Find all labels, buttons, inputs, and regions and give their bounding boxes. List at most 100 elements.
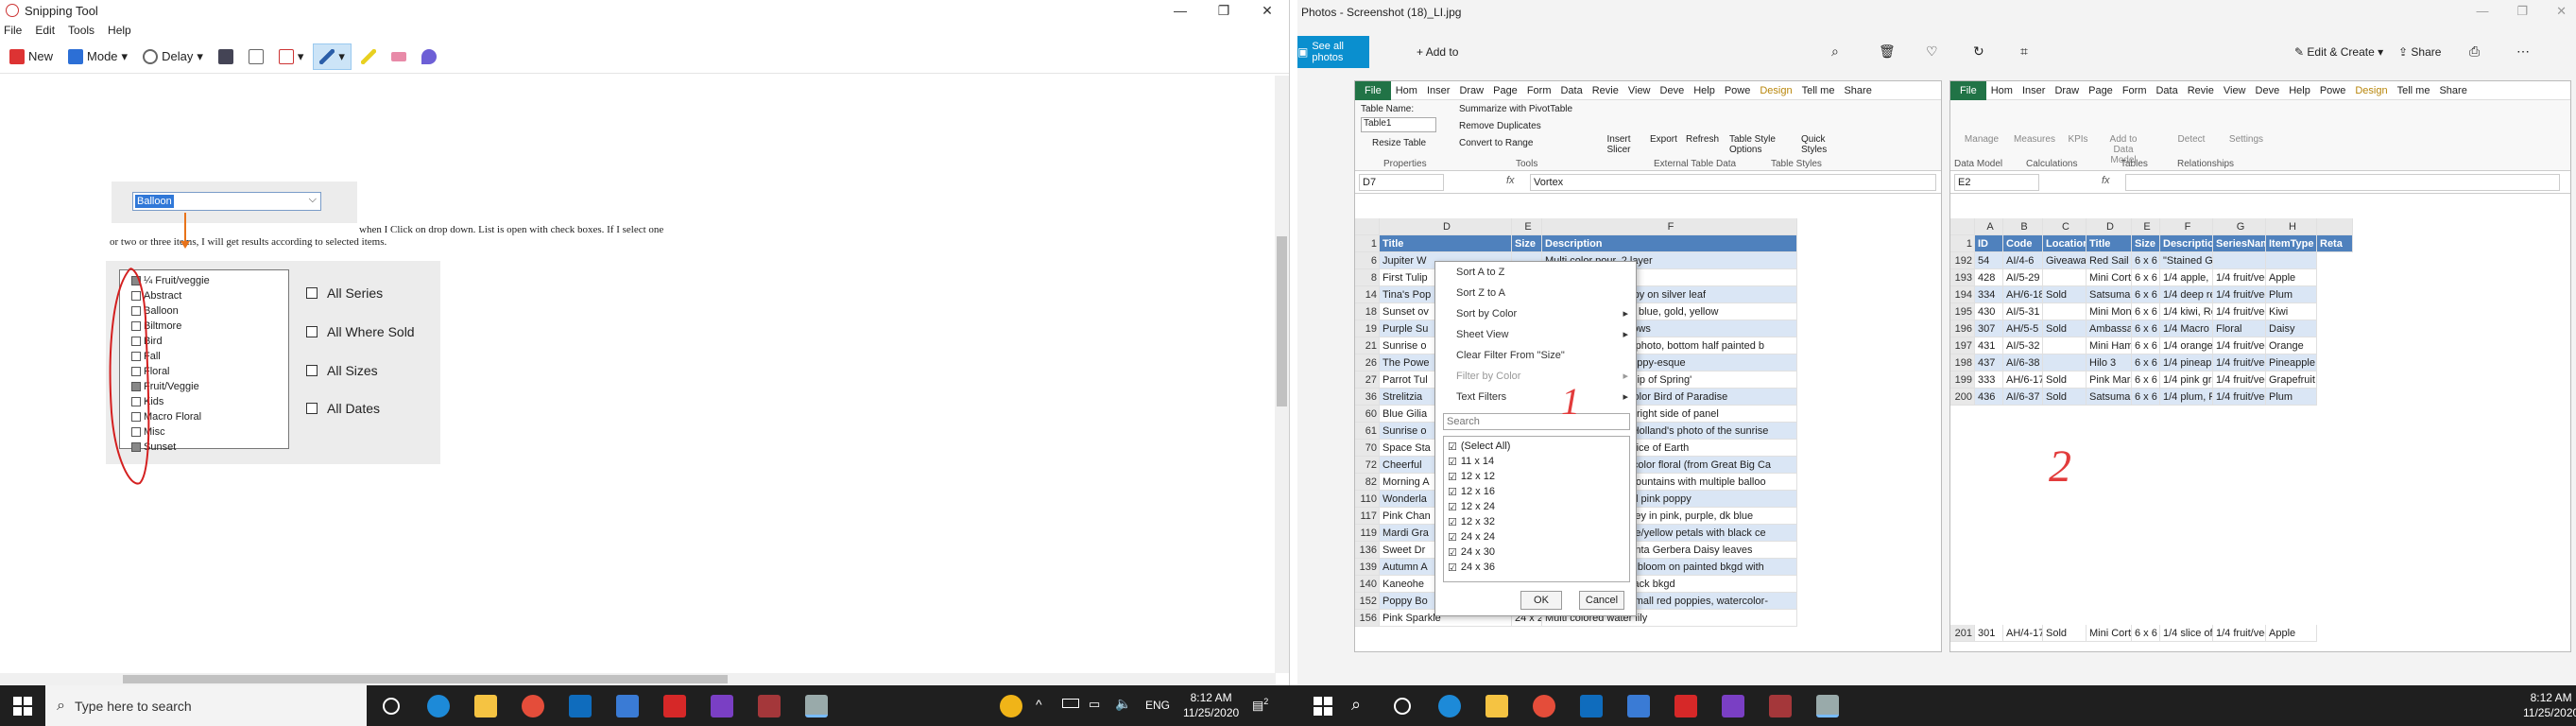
table-row[interactable]: 193428AI/5-29 Mini Cortl6 x 61/4 apple, R… (1950, 269, 2317, 286)
table-cell[interactable]: Apple (2266, 269, 2317, 286)
row-number[interactable]: 72 (1355, 457, 1380, 474)
add-to-button[interactable]: + Add to (1417, 45, 1458, 59)
table-cell[interactable]: Sold (2043, 389, 2087, 406)
column-header[interactable] (2317, 218, 2353, 235)
table-cell[interactable] (2213, 252, 2266, 269)
tab-form[interactable]: Form (2118, 85, 2152, 96)
edit-create-button[interactable]: ✎ Edit & Create ▾ (2294, 45, 2383, 59)
table-row[interactable]: 198437AI/6-38 Hilo 36 x 61/4 pineapple,1/… (1950, 354, 2317, 372)
table-cell[interactable]: 1/4 fruit/vege (2213, 389, 2266, 406)
table-cell[interactable]: 431 (1975, 337, 2003, 354)
row-number[interactable]: 14 (1355, 286, 1380, 303)
column-header[interactable]: A (1975, 218, 2003, 235)
checkbox-checked-icon[interactable]: ☑ (1448, 441, 1457, 453)
refresh-button[interactable]: Refresh (1686, 134, 1719, 145)
search-icon[interactable]: ⌕ (1351, 695, 1361, 715)
edge-icon[interactable] (1438, 695, 1461, 717)
filter-value-item[interactable]: ☑ 24 x 30 (1448, 544, 1625, 560)
cell-description[interactable]: Description (1542, 235, 1797, 252)
table-cell[interactable]: 6 x 6 (2132, 354, 2160, 372)
tab-revie[interactable]: Revie (1588, 85, 1623, 96)
table-cell[interactable]: Satsuma 2 (2087, 389, 2132, 406)
table-header-size[interactable]: Size (2132, 235, 2160, 252)
table-cell[interactable]: Sold (2043, 320, 2087, 337)
tab-deve[interactable]: Deve (2251, 85, 2285, 96)
tab-view[interactable]: View (1623, 85, 1656, 96)
table-cell[interactable]: Floral (2213, 320, 2266, 337)
tab-draw[interactable]: Draw (1454, 85, 1488, 96)
tab-share[interactable]: Share (2434, 85, 2471, 96)
table-cell[interactable]: 1/4 deep red p (2160, 286, 2213, 303)
column-header[interactable] (1950, 218, 1975, 235)
row-number[interactable]: 110 (1355, 491, 1380, 508)
cell-title[interactable]: Title (1380, 235, 1512, 252)
ribbon-btn-settings[interactable]: Settings (2223, 134, 2270, 145)
table-cell[interactable]: Orange (2266, 337, 2317, 354)
photos-app-icon[interactable] (616, 695, 639, 717)
language-indicator[interactable]: ENG (1145, 699, 1170, 712)
sort-by-color[interactable]: Sort by Color ▸ (1435, 303, 1636, 324)
favorite-button[interactable]: ♡ (1926, 43, 1938, 60)
clear-filter[interactable]: Clear Filter From "Size" (1435, 345, 1636, 366)
checkbox-checked-icon[interactable]: ☑ (1448, 456, 1457, 468)
ribbon-btn-manage[interactable]: Manage (1958, 134, 2005, 145)
checkbox-checked-icon[interactable]: ☑ (1448, 562, 1457, 574)
column-header[interactable] (1355, 218, 1380, 235)
tab-file[interactable]: File (1950, 80, 1986, 100)
close-icon[interactable]: ✕ (2556, 4, 2567, 19)
checkbox-checked-icon[interactable]: ☑ (1448, 501, 1457, 513)
table-cell[interactable]: Satsuma (2087, 286, 2132, 303)
row-number[interactable]: 117 (1355, 508, 1380, 525)
row-number[interactable]: 1 (1355, 235, 1380, 252)
column-header[interactable]: F (1542, 218, 1797, 235)
filter-value-item[interactable]: ☑ 12 x 12 (1448, 469, 1625, 484)
table-cell[interactable]: 1/4 apple, Rem (2160, 269, 2213, 286)
table-cell[interactable] (2043, 269, 2087, 286)
table-row[interactable]: 196307AH/5-5SoldAmbassad6 x 61/4 Macro m… (1950, 320, 2317, 337)
share-button[interactable]: ⇪ Share (2398, 45, 2441, 59)
pen-button[interactable]: ▾ (313, 43, 352, 70)
table-cell[interactable]: 428 (1975, 269, 2003, 286)
tab-design[interactable]: Design (1755, 85, 1796, 96)
minimize-icon[interactable]: — (2476, 4, 2488, 19)
table-cell[interactable]: Grapefruit (2266, 372, 2317, 389)
acrobat-icon[interactable] (663, 695, 686, 717)
table-cell[interactable]: 1/4 fruit/vege (2213, 354, 2266, 372)
table-cell[interactable] (2043, 303, 2087, 320)
insert-slicer-button[interactable]: Insert Slicer (1603, 134, 1635, 155)
table-cell[interactable]: 436 (1975, 389, 2003, 406)
access-icon[interactable] (758, 695, 781, 717)
table-cell[interactable]: AI/5-31 (2003, 303, 2043, 320)
tab-file[interactable]: File (1355, 80, 1391, 100)
table-cell[interactable]: AI/5-29 (2003, 269, 2043, 286)
table-header-itemtype[interactable]: ItemType (2266, 235, 2317, 252)
rotate-button[interactable]: ↻ (1973, 43, 1984, 60)
table-cell[interactable]: 437 (1975, 354, 2003, 372)
table-header-seriesname[interactable]: SeriesName (2213, 235, 2266, 252)
scroll-thumb[interactable] (123, 675, 728, 683)
table-cell[interactable]: 430 (1975, 303, 2003, 320)
table-cell[interactable]: 334 (1975, 286, 2003, 303)
table-cell[interactable]: 6 x 6 (2132, 389, 2160, 406)
table-cell[interactable]: 1/4 fruit/vege (2213, 286, 2266, 303)
row-number[interactable]: 1 (1950, 235, 1975, 252)
table-cell[interactable]: 1/4 slice of apr (2160, 625, 2213, 642)
table-row[interactable]: 200436AI/6-37SoldSatsuma 26 x 61/4 plum,… (1950, 389, 2317, 406)
table-cell[interactable]: Mini Ham (2087, 337, 2132, 354)
table-cell[interactable]: Pineapple (2266, 354, 2317, 372)
checkbox-checked-icon[interactable]: ☑ (1448, 486, 1457, 498)
option-all-dates[interactable]: All Dates (306, 401, 380, 416)
table-cell[interactable]: 6 x 6 (2132, 303, 2160, 320)
table-row[interactable]: 19254AI/4-6GiveawayRed Sail Su6 x 6"Stai… (1950, 252, 2317, 269)
table-header-code[interactable]: Code (2003, 235, 2043, 252)
tab-data[interactable]: Data (2151, 85, 2182, 96)
option-all-sizes[interactable]: All Sizes (306, 363, 378, 378)
table-cell[interactable]: 6 x 6 (2132, 320, 2160, 337)
table-cell[interactable]: Sold (2043, 286, 2087, 303)
text-filters[interactable]: Text Filters ▸ (1435, 387, 1636, 407)
filter-value-item[interactable]: ☑ (Select All) (1448, 439, 1625, 454)
file-explorer-icon[interactable] (474, 695, 497, 717)
tab-draw[interactable]: Draw (2050, 85, 2084, 96)
tab-page[interactable]: Page (1488, 85, 1522, 96)
table-cell[interactable]: 6 x 6 (2132, 252, 2160, 269)
